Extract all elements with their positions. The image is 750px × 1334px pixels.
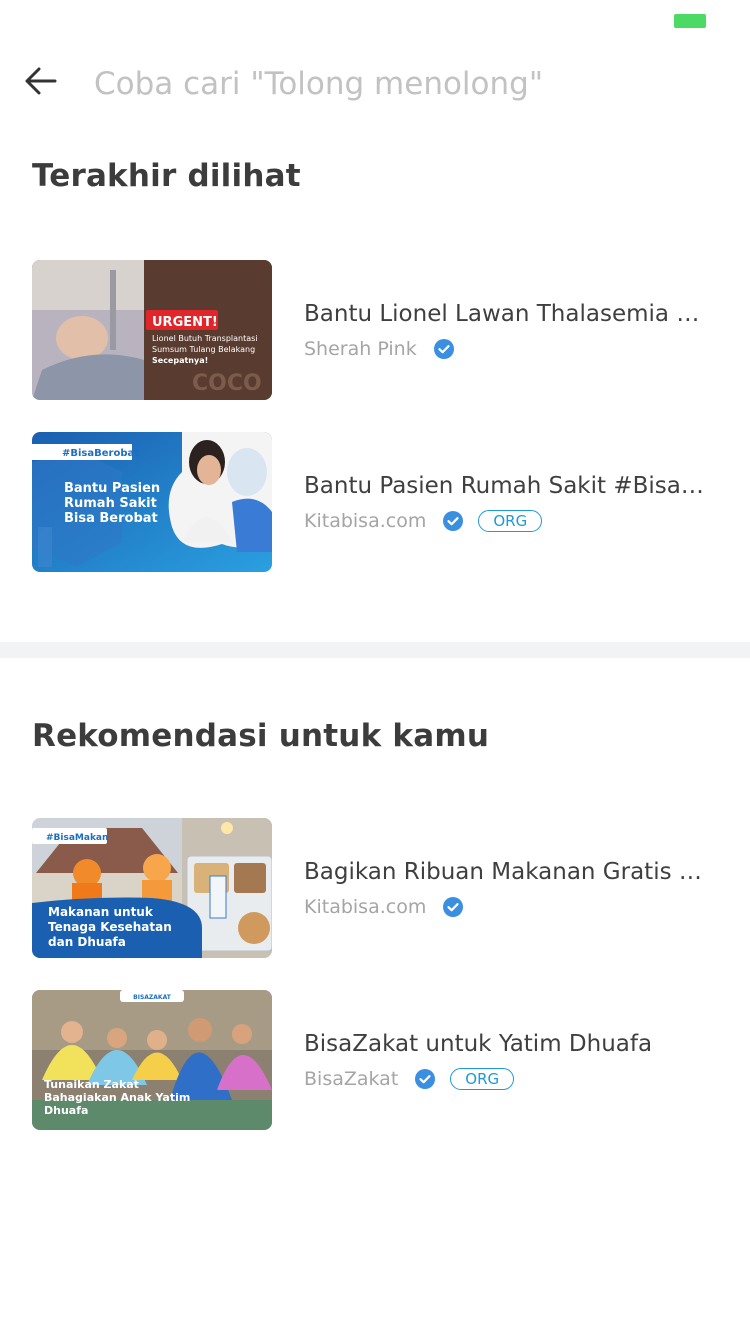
verified-icon — [443, 511, 464, 531]
campaign-author: Kitabisa.com — [304, 510, 427, 532]
campaign-author: BisaZakat — [304, 1068, 399, 1090]
org-badge: ORG — [478, 510, 543, 532]
campaign-meta: Kitabisa.com — [304, 892, 464, 922]
thumb-caption: Bisa Berobat — [64, 511, 158, 526]
campaign-thumbnail: #BisaMakan Makanan untuk Tenaga Kesehata… — [32, 818, 272, 958]
recommend-section-title: Rekomendasi untuk kamu — [32, 718, 490, 754]
campaign-meta: BisaZakat ORG — [304, 1064, 515, 1094]
recommended-campaign-card[interactable]: #BisaMakan Makanan untuk Tenaga Kesehata… — [32, 818, 722, 958]
search-input[interactable] — [94, 62, 714, 106]
battery-icon — [674, 14, 706, 28]
urgent-badge: URGENT! — [152, 315, 218, 330]
thumb-caption: Secepatnya! — [152, 356, 208, 365]
campaign-title: Bantu Lionel Lawan Thalasemia Mayor — [304, 301, 704, 327]
thumb-caption: Sumsum Tulang Belakang — [152, 345, 255, 354]
org-badge: ORG — [450, 1068, 515, 1090]
recommended-campaign-card[interactable]: BISAZAKAT Tunaikan Zakat Bahagiakan Anak… — [32, 990, 722, 1130]
thumb-caption: Tunaikan Zakat — [44, 1078, 139, 1091]
recent-campaign-card[interactable]: #BisaBerobat Bantu Pasien Rumah Sakit Bi… — [32, 432, 722, 572]
campaign-meta: Kitabisa.com ORG — [304, 506, 543, 536]
thumb-tag: BISAZAKAT — [133, 994, 172, 1001]
arrow-left-icon — [25, 67, 57, 95]
thumb-caption: Bahagiakan Anak Yatim — [44, 1091, 190, 1104]
verified-icon — [415, 1069, 436, 1089]
thumb-caption: Tenaga Kesehatan — [48, 920, 172, 934]
thumb-tag: #BisaBerobat — [62, 448, 139, 459]
thumb-caption: Bantu Pasien — [64, 481, 160, 496]
recent-section-title: Terakhir dilihat — [32, 158, 301, 194]
campaign-title: BisaZakat untuk Yatim Dhuafa — [304, 1031, 653, 1057]
thumb-caption: dan Dhuafa — [48, 935, 126, 949]
campaign-author: Kitabisa.com — [304, 896, 427, 918]
verified-icon — [443, 897, 464, 917]
campaign-title: Bantu Pasien Rumah Sakit #BisaBerobat — [304, 473, 704, 499]
svg-text:COCO: COCO — [192, 371, 262, 396]
campaign-author: Sherah Pink — [304, 338, 417, 360]
thumb-caption: Makanan untuk — [48, 905, 154, 919]
campaign-meta: Sherah Pink — [304, 334, 455, 364]
campaign-title: Bagikan Ribuan Makanan Gratis untuk Nake… — [304, 859, 704, 885]
thumb-caption: Dhuafa — [44, 1104, 88, 1117]
back-button[interactable] — [18, 58, 64, 104]
recent-campaign-card[interactable]: COCO URGENT! Lionel Butuh Transplantasi … — [32, 260, 722, 400]
campaign-thumbnail: COCO URGENT! Lionel Butuh Transplantasi … — [32, 260, 272, 400]
thumb-tag: #BisaMakan — [46, 833, 108, 843]
section-divider — [0, 642, 750, 658]
campaign-thumbnail: BISAZAKAT Tunaikan Zakat Bahagiakan Anak… — [32, 990, 272, 1130]
thumb-caption: Lionel Butuh Transplantasi — [152, 334, 258, 343]
thumb-caption: Rumah Sakit — [64, 496, 157, 511]
verified-icon — [433, 339, 454, 359]
campaign-thumbnail: #BisaBerobat Bantu Pasien Rumah Sakit Bi… — [32, 432, 272, 572]
